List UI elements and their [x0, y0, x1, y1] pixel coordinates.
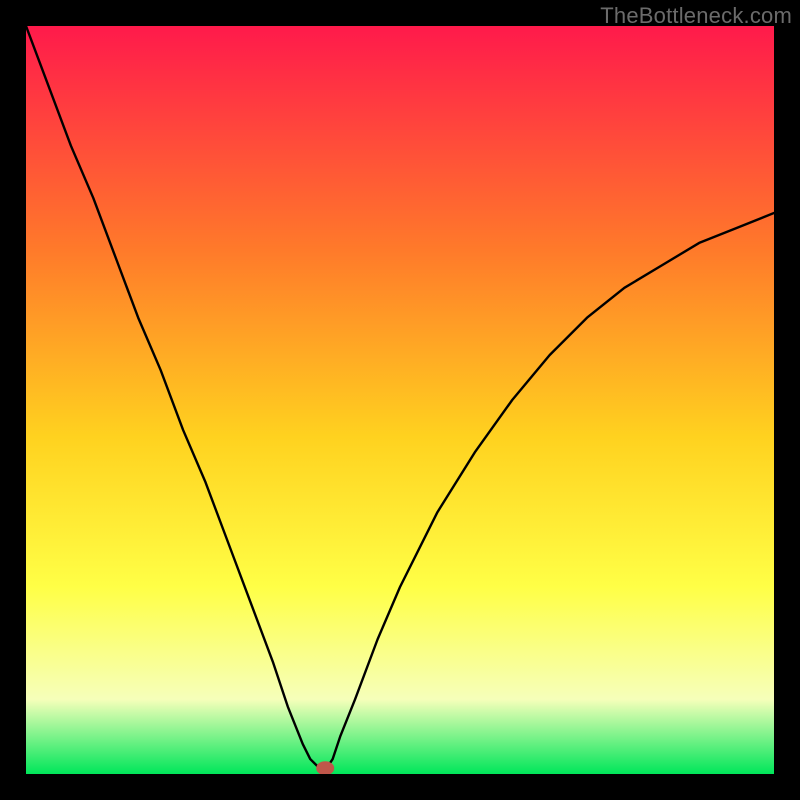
watermark-text: TheBottleneck.com	[600, 3, 792, 29]
chart-svg	[26, 26, 774, 774]
plot-area	[26, 26, 774, 774]
chart-frame: TheBottleneck.com	[0, 0, 800, 800]
gradient-background	[26, 26, 774, 774]
